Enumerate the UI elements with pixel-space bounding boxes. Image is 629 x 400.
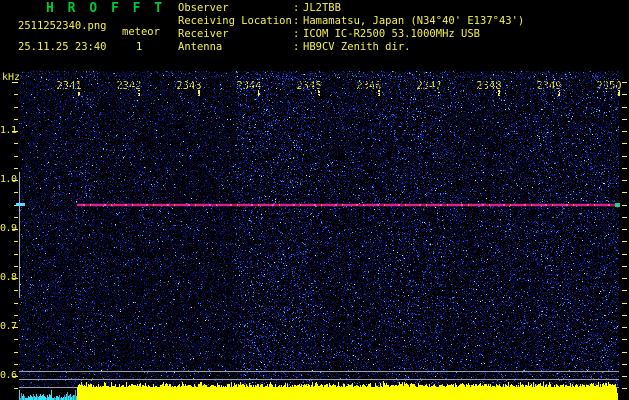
frequency-minor-tick (14, 254, 18, 255)
frequency-minor-tick (14, 315, 18, 316)
frequency-tick-right (622, 143, 627, 144)
frequency-tick-right (622, 376, 627, 377)
frequency-tick-right (622, 82, 627, 83)
info-value: HB9CV Zenith dir. (303, 41, 411, 53)
info-label: Receiving Location (178, 15, 292, 27)
frequency-tick-right (622, 339, 627, 340)
info-label: Receiver (178, 28, 229, 40)
level-strip-gridline-middle (19, 379, 619, 380)
frequency-tick-right (622, 303, 627, 304)
frequency-tick-right (622, 94, 627, 95)
output-filename: 2511252340.png (18, 20, 107, 32)
frequency-tick-right (622, 180, 627, 181)
station-info-row: Receiving Location: Hamamatsu, Japan (N34… (178, 15, 524, 28)
frequency-tick-right (622, 131, 627, 132)
station-info-row: Receiver: ICOM IC-R2500 53.1000MHz USB (178, 28, 524, 41)
frequency-tick-right (622, 168, 627, 169)
frequency-tick-right (622, 364, 627, 365)
frequency-minor-tick (14, 352, 18, 353)
frequency-major-tick (12, 82, 18, 83)
frequency-minor-tick (14, 388, 18, 389)
frequency-major-tick (12, 376, 18, 377)
frequency-minor-tick (14, 168, 18, 169)
info-value: ICOM IC-R2500 53.1000MHz USB (303, 28, 481, 40)
frequency-tick-right (622, 192, 627, 193)
level-strip-gridline-upper (19, 371, 619, 372)
info-separator: : (293, 28, 300, 40)
frequency-major-tick (12, 327, 18, 328)
info-value: JL2TBB (303, 2, 341, 14)
frequency-minor-tick (14, 303, 18, 304)
frequency-tick-right (622, 266, 627, 267)
frequency-tick-right (622, 156, 627, 157)
frequency-major-tick (12, 131, 18, 132)
info-label: Observer (178, 2, 229, 14)
frequency-tick-right (622, 241, 627, 242)
frequency-minor-tick (14, 290, 18, 291)
frequency-minor-tick (14, 192, 18, 193)
app-title: H R O F F T (46, 1, 166, 16)
frequency-tick-right (622, 290, 627, 291)
frequency-tick-right (622, 327, 627, 328)
frequency-minor-tick (14, 241, 18, 242)
frequency-tick-right (622, 254, 627, 255)
frequency-minor-tick (14, 94, 18, 95)
frequency-minor-tick (14, 266, 18, 267)
frequency-minor-tick (14, 339, 18, 340)
frequency-minor-tick (14, 107, 18, 108)
info-label: Antenna (178, 41, 223, 53)
observation-datetime: 25.11.25 23:40 (18, 41, 107, 53)
info-separator: : (293, 2, 300, 14)
frequency-minor-tick (14, 143, 18, 144)
frequency-major-tick (12, 229, 18, 230)
info-value: Hamamatsu, Japan (N34°40' E137°43') (303, 15, 525, 27)
frequency-tick-right (622, 107, 627, 108)
frequency-tick-right (622, 229, 627, 230)
frequency-tick-right (622, 352, 627, 353)
frequency-major-tick (12, 180, 18, 181)
frequency-tick-right (622, 315, 627, 316)
station-info-row: Antenna: HB9CV Zenith dir. (178, 41, 524, 54)
info-separator: : (293, 15, 300, 27)
frequency-tick-right (622, 278, 627, 279)
hrofft-spectrogram-screenshot: H R O F F T 2511252340.png meteor 25.11.… (0, 0, 629, 400)
mode-label: meteor (122, 26, 160, 38)
frequency-major-tick (12, 278, 18, 279)
spectrogram-noise-canvas (19, 71, 619, 388)
frequency-tick-right (622, 205, 627, 206)
station-info-table: Observer: JL2TBB Receiving Location: Hamama… (178, 2, 524, 54)
station-info-row: Observer: JL2TBB (178, 2, 524, 15)
carrier-end-marker (615, 203, 620, 207)
meteor-count: 1 (136, 41, 143, 53)
frequency-tick-right (622, 388, 627, 389)
frequency-minor-tick (14, 217, 18, 218)
carrier-start-marker (16, 203, 25, 206)
signal-level-canvas (19, 382, 619, 400)
info-separator: : (293, 41, 300, 53)
frequency-minor-tick (14, 119, 18, 120)
calibration-vertical-line (19, 172, 20, 298)
frequency-minor-tick (14, 364, 18, 365)
frequency-minor-tick (14, 156, 18, 157)
frequency-tick-right (622, 217, 627, 218)
carrier-signal-line (77, 204, 617, 206)
frequency-tick-right (622, 119, 627, 120)
